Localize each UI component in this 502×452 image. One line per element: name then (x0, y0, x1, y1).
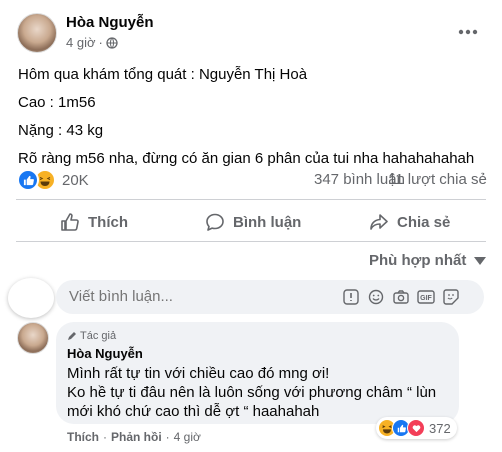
comment-sort-dropdown[interactable]: Phù hợp nhất (369, 252, 487, 269)
author-badge-label: Tác giả (80, 330, 117, 342)
comment-reaction-badge[interactable]: 372 (376, 417, 457, 439)
share-label: Chia sẻ (397, 213, 451, 231)
post-line: Hôm qua khám tổng quát : Nguyễn Thị Hoà (18, 66, 308, 83)
post-line: Nặng : 43 kg (18, 122, 104, 139)
comment-reply-link[interactable]: Phản hồi (111, 430, 162, 444)
more-icon[interactable] (456, 24, 480, 40)
commenter-avatar[interactable] (17, 322, 49, 354)
comment-author-name[interactable]: Hòa Nguyễn (67, 346, 143, 361)
thumbs-up-icon (60, 212, 80, 232)
post-meta: 4 giờ · (66, 35, 118, 50)
comment-actions: Thích · Phản hồi · 4 giờ (67, 430, 201, 444)
comment-input-box[interactable]: GIF (56, 280, 484, 314)
comment-line: Mình rất tự tin với chiều cao đó mng ơi! (67, 365, 330, 382)
comment-reaction-count: 372 (429, 420, 451, 436)
author-badge: Tác giả (67, 330, 116, 342)
share-icon (369, 212, 389, 232)
reaction-count[interactable]: 20K (62, 172, 89, 189)
comment-icon (205, 212, 225, 232)
pencil-icon (67, 331, 77, 341)
svg-text:GIF: GIF (420, 295, 432, 302)
share-button[interactable]: Chia sẻ (369, 212, 450, 232)
like-button[interactable]: Thích (60, 212, 128, 232)
author-avatar[interactable] (17, 13, 57, 53)
like-label: Thích (88, 213, 128, 231)
globe-icon (106, 36, 118, 49)
love-reaction-icon (407, 419, 425, 437)
comment-text: Mình rất tự tin với chiều cao đó mng ơi!… (67, 364, 457, 421)
divider (16, 199, 486, 200)
sticker-icon[interactable] (442, 288, 460, 306)
post-line: Cao : 1m56 (18, 94, 96, 111)
gif-icon[interactable]: GIF (417, 288, 435, 306)
sort-label: Phù hợp nhất (369, 252, 467, 269)
chevron-down-icon (474, 256, 487, 265)
composer-avatar[interactable] (8, 278, 54, 318)
camera-icon[interactable] (392, 288, 410, 306)
comment-label: Bình luận (233, 213, 302, 231)
comment-like-link[interactable]: Thích (67, 430, 99, 444)
reaction-summary[interactable]: 20K (17, 169, 89, 191)
comment-button[interactable]: Bình luận (205, 212, 301, 232)
divider (16, 241, 486, 242)
post-text: Hôm qua khám tổng quát : Nguyễn Thị Hoà … (18, 62, 488, 172)
composer-tools: GIF (342, 288, 460, 306)
emoji-icon[interactable] (367, 288, 385, 306)
avatar-sticker-icon[interactable] (342, 288, 360, 306)
comment-input[interactable] (67, 287, 321, 306)
comment-bubble: Tác giả Hòa Nguyễn Mình rất tự tin với c… (56, 322, 459, 424)
comment-time[interactable]: 4 giờ (174, 430, 201, 444)
post-time[interactable]: 4 giờ (66, 35, 96, 50)
post-author-name[interactable]: Hòa Nguyễn (66, 14, 154, 31)
comment-line: Ko hề tự ti đâu nên là luôn sống với phư… (67, 384, 437, 401)
like-reaction-icon (17, 169, 39, 191)
share-count[interactable]: 11 lượt chia sẻ (388, 171, 487, 188)
